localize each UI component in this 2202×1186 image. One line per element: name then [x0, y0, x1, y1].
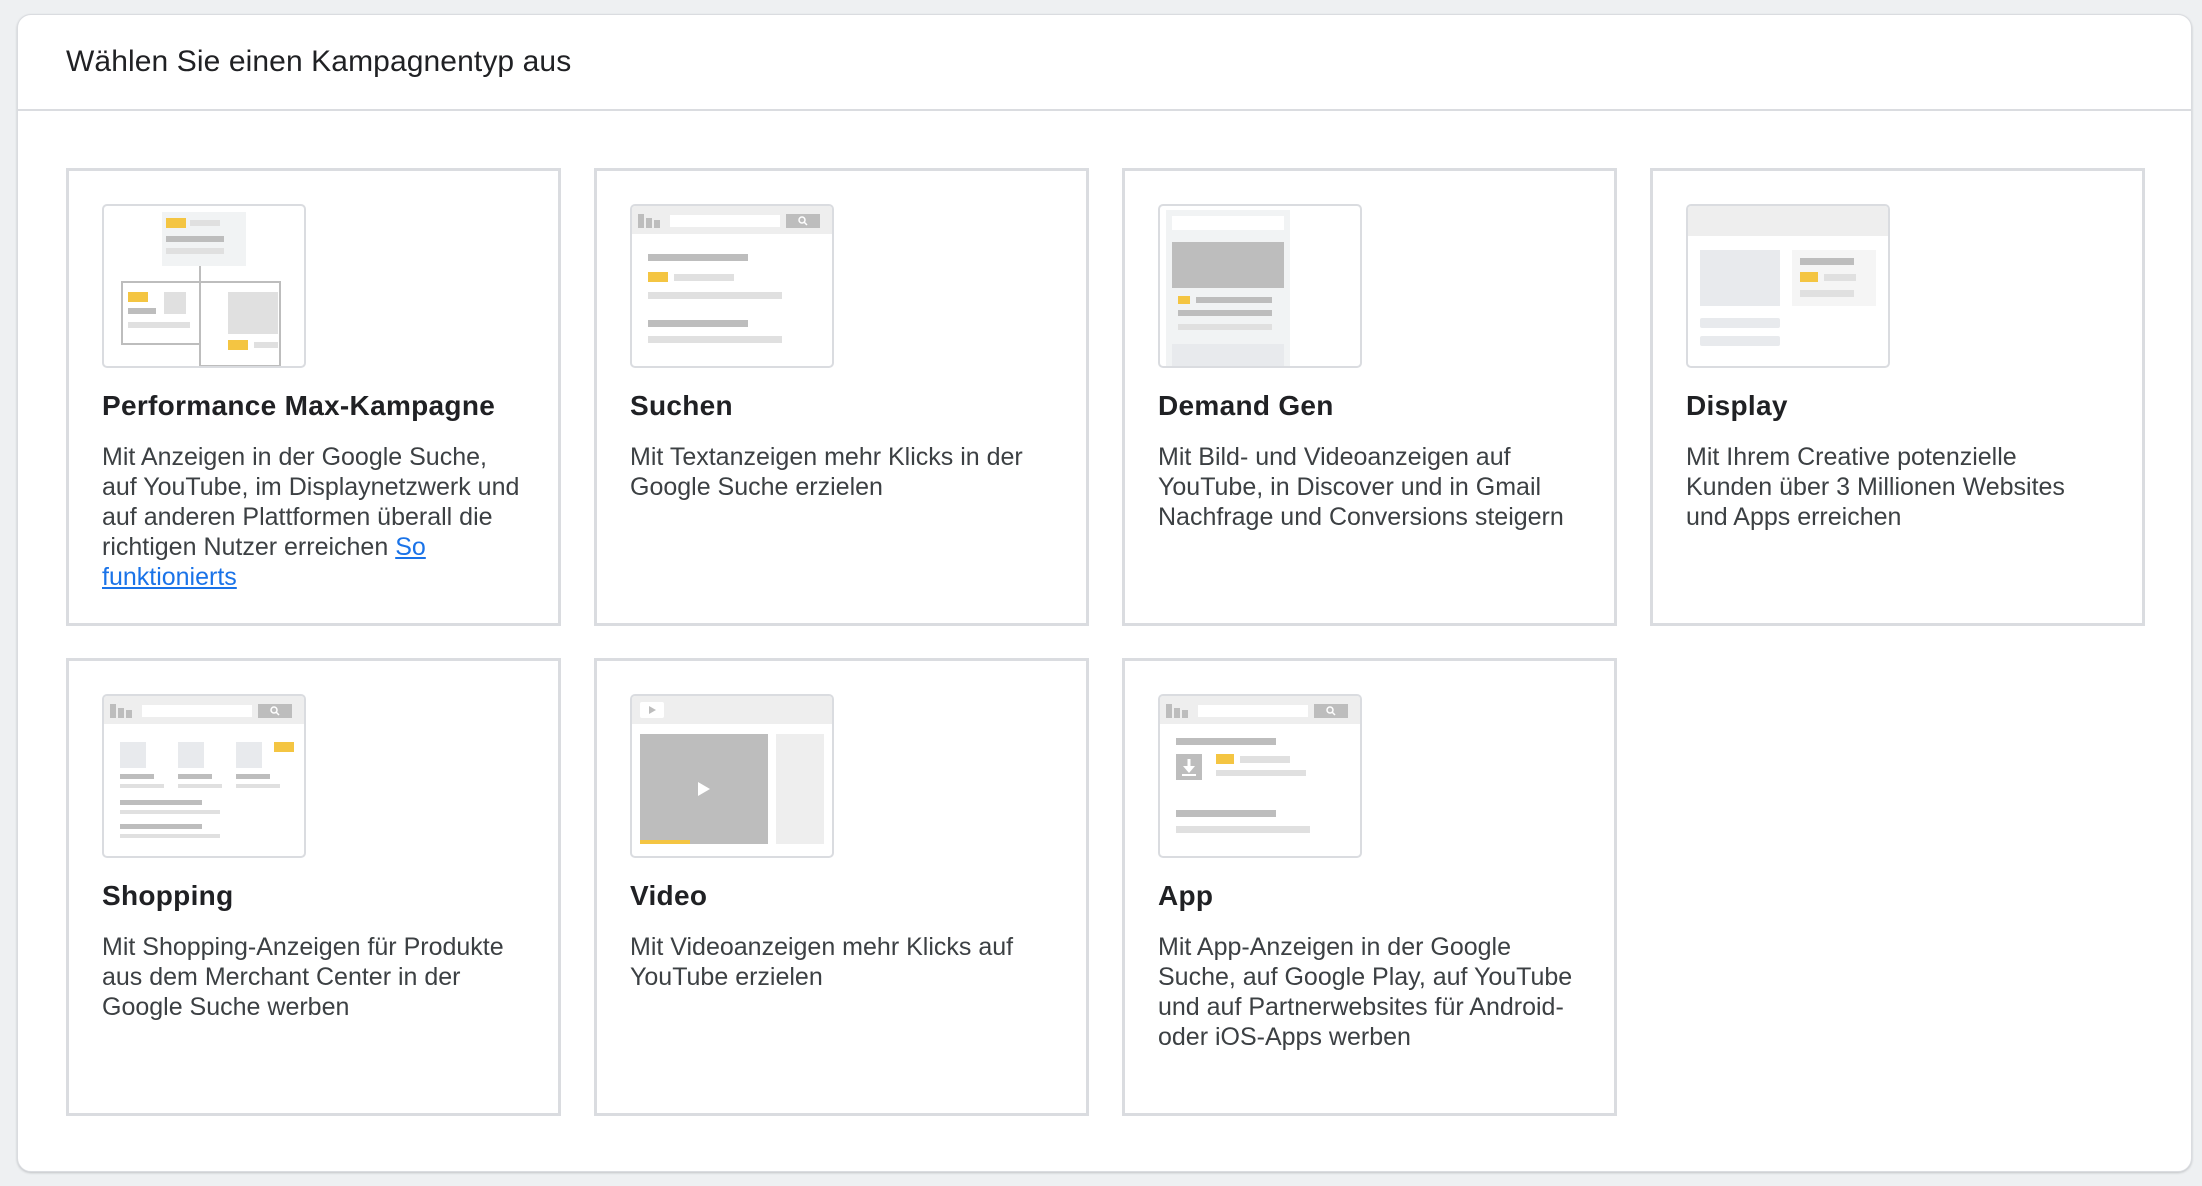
card-description: Mit Ihrem Creative potenzielle Kunden üb… — [1686, 443, 2065, 531]
card-title: Performance Max-Kampagne — [102, 390, 496, 421]
card-title: Video — [630, 880, 708, 911]
panel-header: Wählen Sie einen Kampagnentyp aus — [18, 15, 2191, 111]
campaign-card-video[interactable]: Video Mit Videoanzeigen mehr Klicks auf … — [594, 658, 1089, 1116]
campaign-card-demand-gen[interactable]: Demand Gen Mit Bild- und Videoanzeigen a… — [1122, 168, 1617, 626]
card-description: Mit Shopping-Anzeigen für Produkte aus d… — [102, 933, 504, 1021]
campaign-type-panel: Wählen Sie einen Kampagnentyp aus Perfor… — [17, 14, 2192, 1172]
card-title: Display — [1686, 390, 1788, 421]
card-description: Mit Anzeigen in der Google Suche, auf Yo… — [102, 442, 525, 592]
card-description: Mit Bild- und Videoanzeigen auf YouTube,… — [1158, 443, 1564, 531]
card-description: Mit Videoanzeigen mehr Klicks auf YouTub… — [630, 933, 1014, 991]
app-illustration — [1158, 694, 1362, 858]
card-description: Mit App-Anzeigen in der Google Suche, au… — [1158, 933, 1573, 1051]
card-title: Demand Gen — [1158, 390, 1334, 421]
card-description: Mit Textanzeigen mehr Klicks in der Goog… — [630, 443, 1023, 501]
card-description-text: Mit Anzeigen in der Google Suche, auf Yo… — [102, 443, 520, 561]
campaign-type-grid: Performance Max-Kampagne Mit Anzeigen in… — [66, 168, 2145, 1116]
search-illustration — [630, 204, 834, 368]
campaign-card-shopping[interactable]: Shopping Mit Shopping-Anzeigen für Produ… — [66, 658, 561, 1116]
campaign-card-search[interactable]: Suchen Mit Textanzeigen mehr Klicks in d… — [594, 168, 1089, 626]
page-title: Wählen Sie einen Kampagnentyp aus — [66, 45, 572, 78]
card-title: Shopping — [102, 880, 234, 911]
display-illustration — [1686, 204, 1890, 368]
shopping-illustration — [102, 694, 306, 858]
campaign-card-display[interactable]: Display Mit Ihrem Creative potenzielle K… — [1650, 168, 2145, 626]
performance-max-illustration — [102, 204, 306, 368]
card-title: Suchen — [630, 390, 733, 421]
card-title: App — [1158, 880, 1214, 911]
video-illustration — [630, 694, 834, 858]
demand-gen-illustration — [1158, 204, 1362, 368]
campaign-card-performance-max[interactable]: Performance Max-Kampagne Mit Anzeigen in… — [66, 168, 561, 626]
campaign-card-app[interactable]: App Mit App-Anzeigen in der Google Suche… — [1122, 658, 1617, 1116]
